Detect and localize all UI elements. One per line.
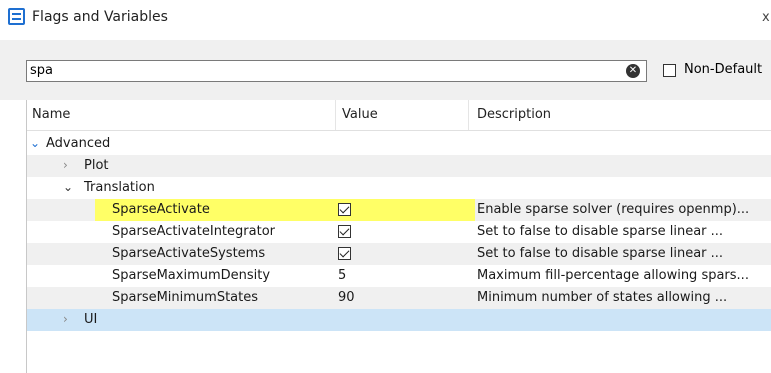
flag-name: SparseMinimumStates [112,290,259,305]
flag-description: Enable sparse solver (requires openmp)..… [477,202,750,217]
non-default-checkbox[interactable] [663,64,676,77]
close-icon[interactable]: x [762,10,770,25]
column-header-description[interactable]: Description [477,107,551,122]
tree-node-label: Advanced [46,136,111,151]
flag-value-checkbox[interactable] [338,203,351,216]
flag-name: SparseActivateSystems [112,246,266,261]
clear-circle-icon[interactable]: ✕ [626,64,640,78]
title-bar: Flags and Variables x [0,0,771,40]
flag-value[interactable]: 90 [338,290,355,305]
window-title: Flags and Variables [32,9,168,25]
table-row[interactable]: SparseActivateSystems Set to false to di… [27,243,771,265]
flag-value-checkbox[interactable] [338,225,351,238]
flag-value[interactable]: 5 [338,268,346,283]
flag-description: Set to false to disable sparse linear ..… [477,246,724,261]
flag-name: SparseMaximumDensity [112,268,271,283]
tree-node-advanced[interactable]: ⌄ Advanced [27,133,771,155]
chevron-down-icon[interactable]: ⌄ [30,136,40,150]
table-row[interactable]: SparseMaximumDensity 5 Maximum fill-perc… [27,265,771,287]
filter-toolbar: spa ✕ Non-Default [0,40,771,100]
non-default-label: Non-Default [684,62,763,77]
tree-node-plot[interactable]: › Plot [27,155,771,177]
app-icon [8,8,25,25]
search-input[interactable]: spa ✕ [26,60,647,82]
column-divider[interactable] [468,100,469,130]
flag-description: Minimum number of states allowing ... [477,290,728,305]
tree-node-translation[interactable]: ⌄ Translation [27,177,771,199]
tree-node-ui[interactable]: › UI [27,309,771,331]
tree-node-label: Translation [84,180,155,195]
chevron-right-icon[interactable]: › [63,158,68,172]
chevron-down-icon[interactable]: ⌄ [63,180,73,194]
flags-grid: Name Value Description ⌄ Advanced › Plot… [26,100,771,373]
column-header-value[interactable]: Value [342,107,378,122]
flag-name: SparseActivateIntegrator [112,224,275,239]
chevron-right-icon[interactable]: › [63,312,68,326]
flag-description: Maximum fill-percentage allowing spars..… [477,268,749,283]
column-divider[interactable] [335,100,336,130]
column-header-name[interactable]: Name [32,107,70,122]
search-value: spa [30,63,53,78]
table-row[interactable]: SparseActivateIntegrator Set to false to… [27,221,771,243]
tree-node-label: UI [84,312,98,327]
flag-name: SparseActivate [112,202,210,217]
flag-description: Set to false to disable sparse linear ..… [477,224,724,239]
tree-node-label: Plot [84,158,109,173]
column-header-row: Name Value Description [27,100,771,131]
flag-value-checkbox[interactable] [338,247,351,260]
table-row[interactable]: SparseMinimumStates 90 Minimum number of… [27,287,771,309]
table-row[interactable]: SparseActivate Enable sparse solver (req… [27,199,771,221]
